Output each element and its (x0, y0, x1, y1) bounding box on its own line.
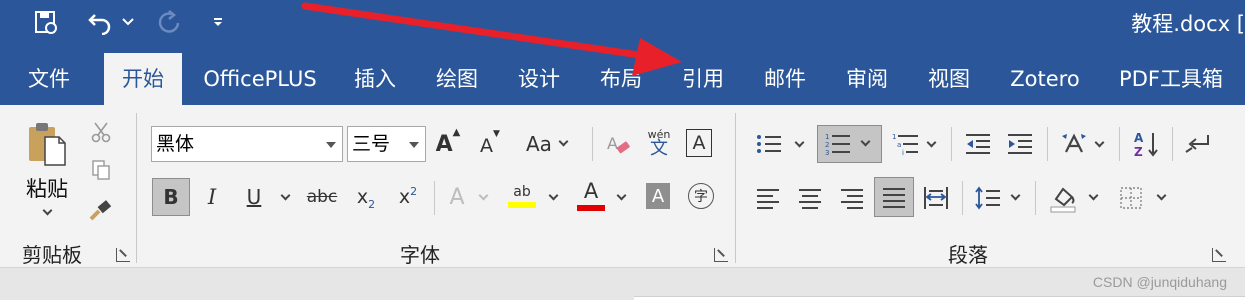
watermark: CSDN @junqiduhang (1092, 274, 1227, 290)
annotation-arrow (301, 2, 682, 76)
